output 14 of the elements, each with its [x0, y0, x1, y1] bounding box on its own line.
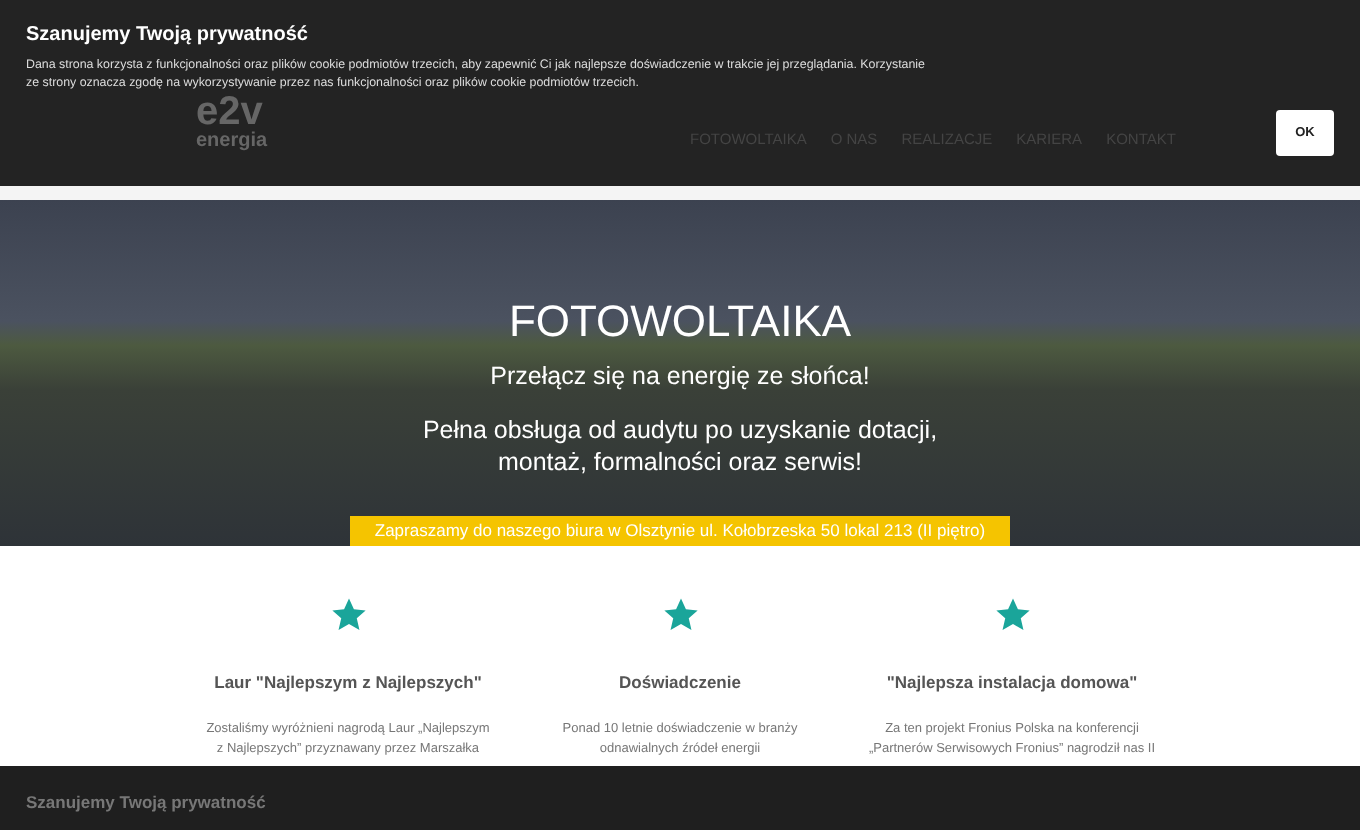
logo[interactable]: e2v	[196, 92, 263, 132]
feature-title: "Najlepsza instalacja domowa"	[886, 670, 1138, 696]
feature-title: Doświadczenie	[619, 670, 741, 696]
feature-title: Laur "Najlepszym z Najlepszych"	[214, 670, 482, 696]
logo-subtitle: energia	[196, 132, 268, 152]
cookie-title: Szanujemy Twoją prywatność	[26, 790, 268, 816]
star-icon	[993, 596, 1031, 634]
address-notice: Zapraszamy do naszego biura w Olsztynie ul. Kołobrzeska 50 lokal 213 (II piętro)	[350, 516, 1010, 546]
star-icon	[329, 596, 367, 634]
star-icon	[661, 596, 699, 634]
hero-title: FOTOWOLTAIKA	[508, 300, 852, 344]
cookie-title: Szanujemy Twoją prywatność	[26, 22, 310, 50]
hero-subtitle: Przełącz się na energię ze słońca!	[490, 364, 870, 389]
hero-text: Pełna obsługa od audytu po uzyskanie dotacji, montaż, formalności oraz serwis!	[420, 413, 940, 477]
